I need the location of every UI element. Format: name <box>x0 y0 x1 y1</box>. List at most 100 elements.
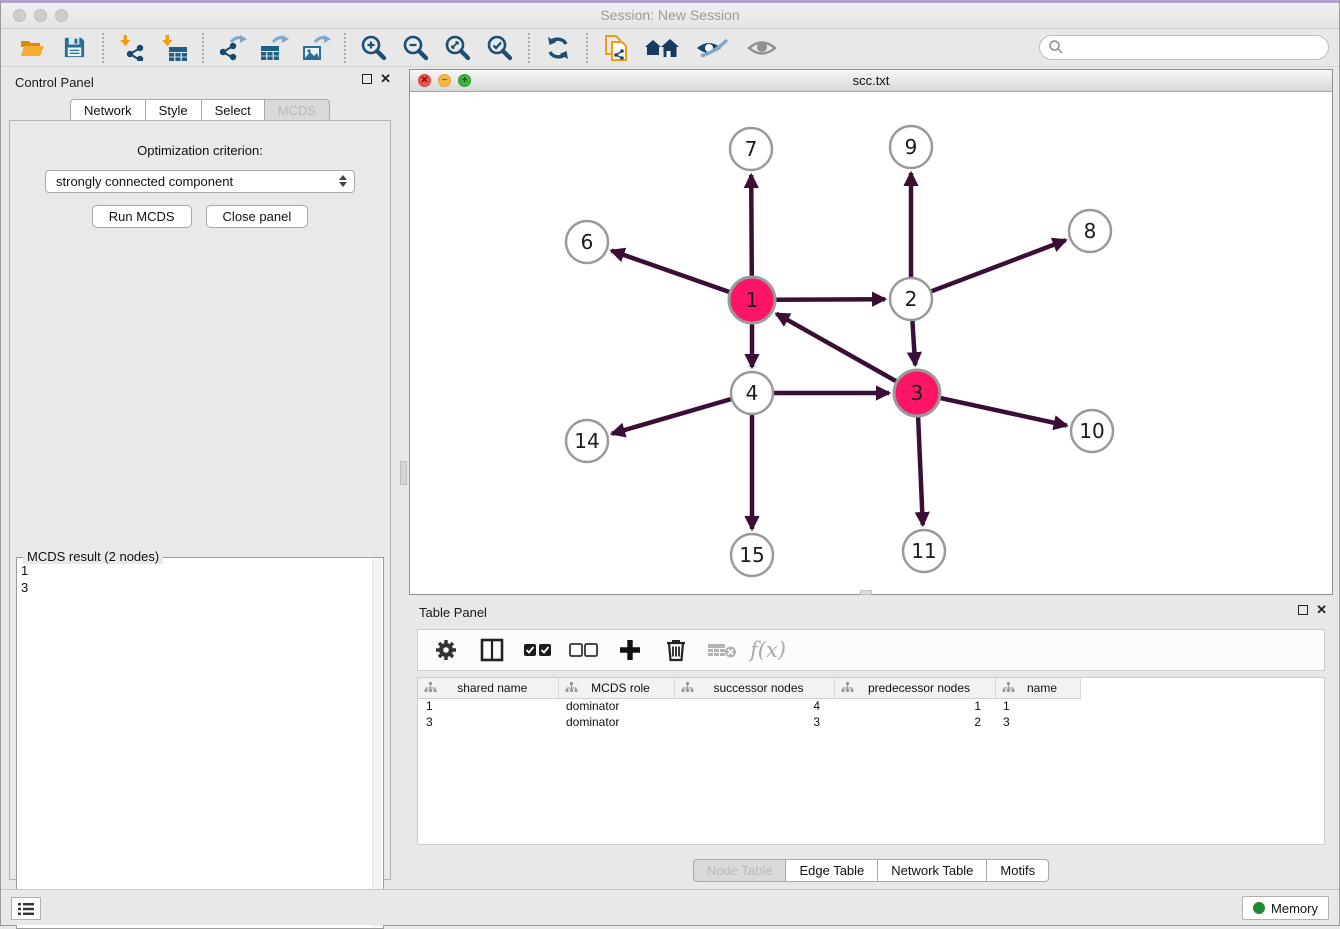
tab-mcds[interactable]: MCDS <box>265 99 330 122</box>
table-settings-button[interactable] <box>430 635 462 665</box>
node-6[interactable]: 6 <box>566 221 608 263</box>
table-row[interactable]: 1dominator411 <box>418 698 1080 714</box>
delete-column-button[interactable] <box>660 635 692 665</box>
node-4[interactable]: 4 <box>731 372 773 414</box>
eye-icon <box>746 37 778 59</box>
network-resize-handle[interactable] <box>860 590 872 595</box>
edge-1-to-2[interactable] <box>776 299 885 300</box>
column-header-shared-name[interactable]: shared name <box>418 678 558 698</box>
select-all-button[interactable] <box>522 635 554 665</box>
run-mcds-button[interactable]: Run MCDS <box>92 205 192 228</box>
export-table-icon <box>259 34 289 61</box>
import-network-button[interactable] <box>117 33 147 63</box>
node-15[interactable]: 15 <box>731 534 773 576</box>
apply-layout-button[interactable] <box>543 33 573 63</box>
svg-text:7: 7 <box>745 137 758 161</box>
network-window-titlebar[interactable]: ✕ − + scc.txt <box>410 70 1332 92</box>
application-window: Session: New Session <box>0 0 1340 926</box>
node-1[interactable]: 1 <box>729 277 775 323</box>
node-7[interactable]: 7 <box>730 128 772 170</box>
close-panel-button[interactable]: Close panel <box>206 205 309 228</box>
add-column-button[interactable] <box>614 635 646 665</box>
close-panel-icon[interactable]: ✕ <box>380 74 391 84</box>
cell[interactable]: 3 <box>674 714 834 730</box>
svg-text:9: 9 <box>905 135 918 159</box>
zoom-selected-button[interactable] <box>485 33 515 63</box>
cell[interactable]: 2 <box>834 714 995 730</box>
criterion-dropdown[interactable]: strongly connected component <box>45 170 355 193</box>
float-panel-icon[interactable] <box>362 74 372 84</box>
float-table-panel-icon[interactable] <box>1298 605 1308 615</box>
edge-2-to-3[interactable] <box>912 321 915 365</box>
node-10[interactable]: 10 <box>1071 410 1113 452</box>
result-scrollbar[interactable] <box>372 559 382 927</box>
node-3[interactable]: 3 <box>894 370 940 416</box>
tab-node-table[interactable]: Node Table <box>693 859 787 882</box>
mcds-result-text[interactable]: 1 3 <box>21 562 371 924</box>
cell[interactable]: 3 <box>418 714 558 730</box>
panel-splitter-handle[interactable] <box>400 461 407 485</box>
tab-network[interactable]: Network <box>70 99 146 122</box>
column-header-successor-nodes[interactable]: successor nodes <box>674 678 834 698</box>
tab-motifs[interactable]: Motifs <box>987 859 1049 882</box>
open-folder-icon <box>19 35 45 61</box>
svg-text:8: 8 <box>1084 219 1097 243</box>
search-input[interactable] <box>1039 35 1329 60</box>
control-panel-header: Control Panel ✕ <box>1 67 399 97</box>
svg-text:3: 3 <box>911 381 924 405</box>
open-session-button[interactable] <box>17 33 47 63</box>
close-table-panel-icon[interactable]: ✕ <box>1316 605 1327 615</box>
split-view-button[interactable] <box>476 635 508 665</box>
zoom-selected-icon <box>486 34 514 62</box>
edge-2-to-8[interactable] <box>932 240 1066 291</box>
node-8[interactable]: 8 <box>1069 210 1111 252</box>
node-9[interactable]: 9 <box>890 126 932 168</box>
import-network-icon <box>119 34 146 61</box>
memory-button[interactable]: Memory <box>1242 896 1329 920</box>
import-table-button[interactable] <box>159 33 189 63</box>
node-2[interactable]: 2 <box>890 278 932 320</box>
home-view-button[interactable] <box>643 33 681 63</box>
tab-edge-table[interactable]: Edge Table <box>786 859 878 882</box>
save-session-button[interactable] <box>59 33 89 63</box>
zoom-fit-button[interactable] <box>443 33 473 63</box>
node-14[interactable]: 14 <box>566 420 608 462</box>
column-header-predecessor-nodes[interactable]: predecessor nodes <box>834 678 995 698</box>
zoom-in-button[interactable] <box>359 33 389 63</box>
tab-select[interactable]: Select <box>202 99 265 122</box>
table-row[interactable]: 3dominator323 <box>418 714 1080 730</box>
edge-1-to-6[interactable] <box>612 251 730 292</box>
edge-1-to-7[interactable] <box>751 175 752 276</box>
cell[interactable]: 3 <box>995 714 1080 730</box>
network-file-button[interactable] <box>601 33 631 63</box>
zoom-out-button[interactable] <box>401 33 431 63</box>
node-table[interactable]: shared nameMCDS rolesuccessor nodesprede… <box>418 678 1081 730</box>
edge-4-to-14[interactable] <box>612 399 731 434</box>
cell[interactable]: 1 <box>418 698 558 714</box>
edge-3-to-1[interactable] <box>776 314 896 382</box>
cell[interactable]: dominator <box>558 714 674 730</box>
export-image-button[interactable] <box>301 33 331 63</box>
task-history-button[interactable] <box>11 897 41 920</box>
cell[interactable]: 1 <box>834 698 995 714</box>
tab-network-table[interactable]: Network Table <box>878 859 987 882</box>
show-graphics-details-button[interactable] <box>743 33 781 63</box>
export-table-button[interactable] <box>259 33 289 63</box>
attribute-tree-icon <box>841 682 854 693</box>
cell[interactable]: dominator <box>558 698 674 714</box>
tab-style[interactable]: Style <box>146 99 202 122</box>
node-11[interactable]: 11 <box>903 530 945 572</box>
network-window-title: scc.txt <box>410 73 1332 88</box>
network-graph[interactable]: 7 9 6 8 1 2 4 3 14 10 15 11 <box>410 92 1332 594</box>
column-header-name[interactable]: name <box>995 678 1080 698</box>
edge-3-to-10[interactable] <box>941 398 1067 425</box>
hide-graphics-details-button[interactable] <box>693 33 731 63</box>
deselect-all-button[interactable] <box>568 635 600 665</box>
delete-table-button[interactable] <box>706 635 738 665</box>
cell[interactable]: 1 <box>995 698 1080 714</box>
cell[interactable]: 4 <box>674 698 834 714</box>
export-network-button[interactable] <box>217 33 247 63</box>
apply-function-button[interactable]: f(x) <box>752 635 784 665</box>
column-header-mcds-role[interactable]: MCDS role <box>558 678 674 698</box>
edge-3-to-11[interactable] <box>918 417 923 525</box>
